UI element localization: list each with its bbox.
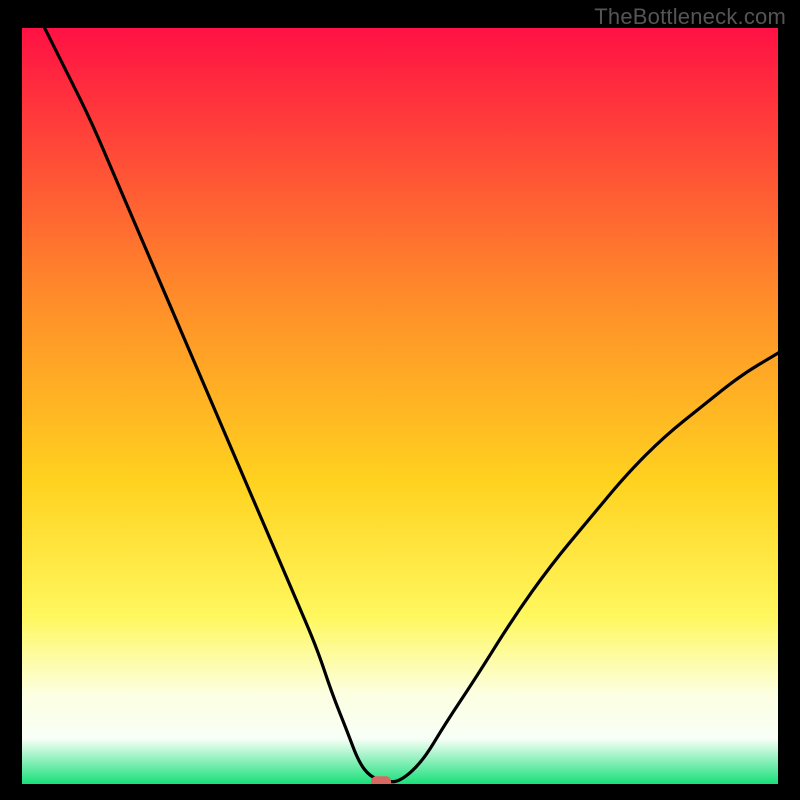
bottleneck-chart <box>22 28 778 784</box>
gradient-background <box>22 28 778 784</box>
chart-frame: TheBottleneck.com <box>0 0 800 800</box>
plot-area <box>22 28 778 784</box>
watermark-text: TheBottleneck.com <box>594 4 786 30</box>
optimal-marker <box>371 776 391 784</box>
